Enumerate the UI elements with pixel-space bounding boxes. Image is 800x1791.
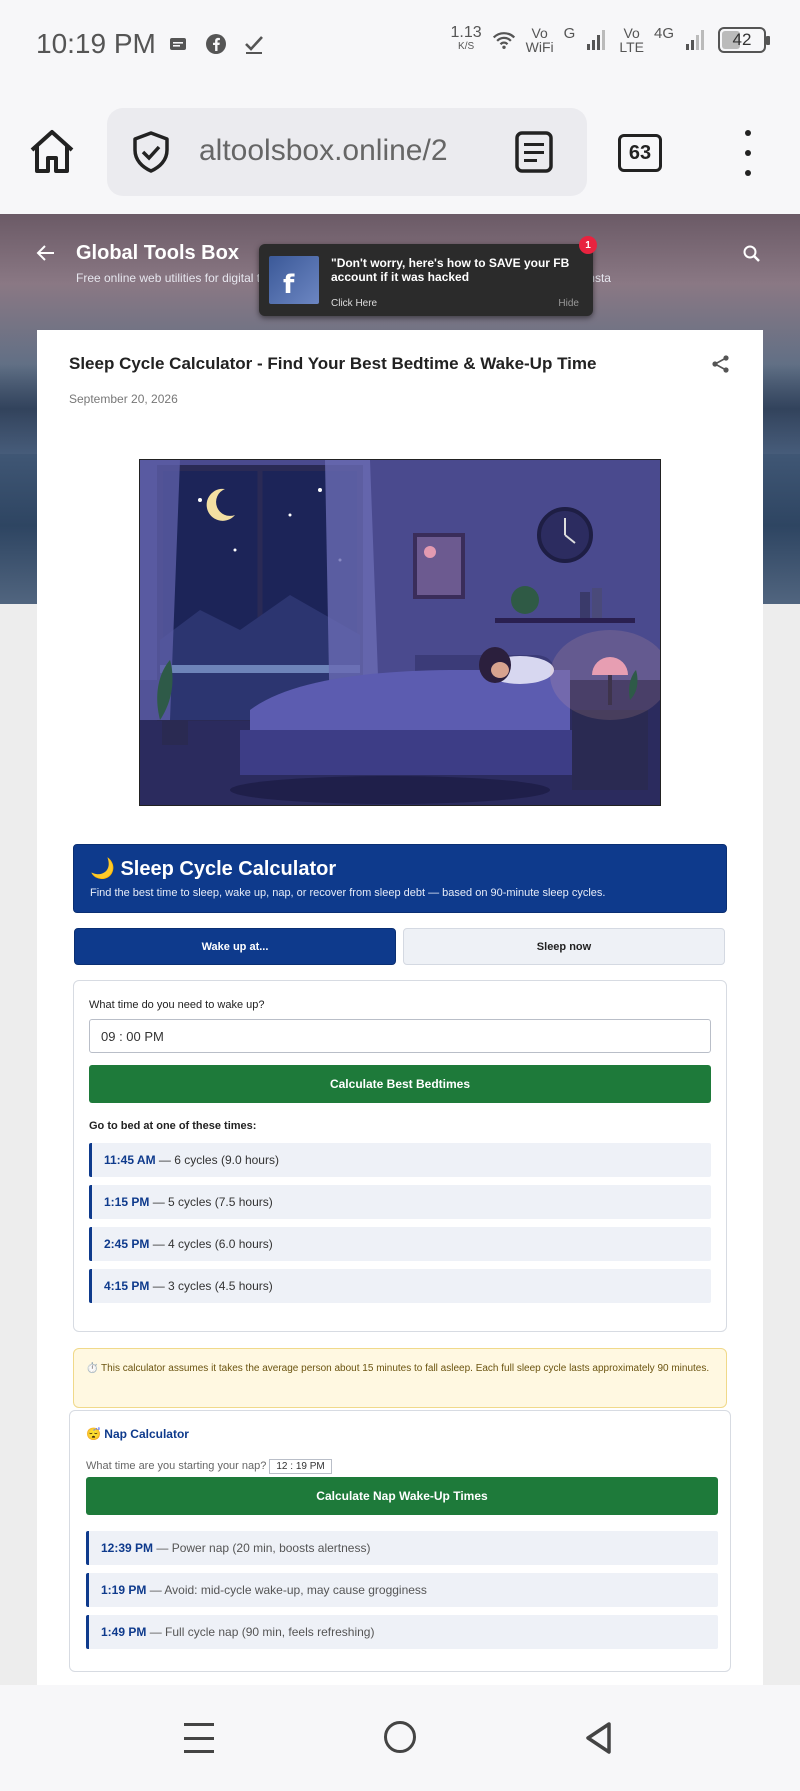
battery-icon: 42: [718, 27, 770, 53]
wifi-icon: [492, 28, 516, 52]
share-icon[interactable]: [711, 354, 731, 374]
signal-icon-2: [684, 28, 708, 52]
g-label: G: [563, 25, 576, 42]
tab-counter-button[interactable]: 63: [618, 134, 662, 172]
signal-icon-1: [585, 28, 609, 52]
status-bar: 10:19 PM 1.13 K/S Vo WiFi G Vo LTE 4G 42: [0, 0, 800, 92]
notification-hide-button[interactable]: Hide: [558, 298, 579, 309]
calculator-header: 🌙 Sleep Cycle Calculator Find the best t…: [73, 844, 727, 913]
wake-time-label: What time do you need to wake up?: [89, 999, 265, 1011]
system-indicators: 1.13 K/S Vo WiFi G Vo LTE 4G 42: [450, 24, 770, 55]
reader-mode-icon[interactable]: [512, 130, 556, 174]
sleep-note: ⏱️ This calculator assumes it takes the …: [73, 1348, 727, 1408]
back-triangle-icon[interactable]: [582, 1721, 616, 1755]
bedtime-result-row: 1:15 PM — 5 cycles (7.5 hours): [89, 1185, 711, 1219]
shield-icon[interactable]: [129, 130, 173, 174]
calculator-subtitle: Find the best time to sleep, wake up, na…: [90, 887, 606, 899]
browser-toolbar: altoolsbox.online/2 63: [0, 92, 800, 214]
status-time: 10:19 PM: [36, 28, 156, 59]
post-card: Sleep Cycle Calculator - Find Your Best …: [37, 330, 763, 1685]
facebook-thumbnail: [269, 256, 319, 304]
notification-click-link[interactable]: Click Here: [331, 298, 377, 309]
calculate-bedtimes-button[interactable]: Calculate Best Bedtimes: [89, 1065, 711, 1103]
nap-question: What time are you starting your nap? 12 :…: [86, 1459, 332, 1474]
nap-result-row: 1:19 PM — Avoid: mid-cycle wake-up, may …: [86, 1573, 718, 1607]
post-title: Sleep Cycle Calculator - Find Your Best …: [69, 354, 597, 373]
nap-title: 😴 Nap Calculator: [86, 1427, 189, 1441]
vowifi-label: Vo WiFi: [525, 25, 554, 55]
wake-up-panel: What time do you need to wake up? 09 : 0…: [73, 980, 727, 1332]
nap-result-row: 12:39 PM — Power nap (20 min, boosts ale…: [86, 1531, 718, 1565]
results-label: Go to bed at one of these times:: [89, 1120, 257, 1132]
net-speed: 1.13 K/S: [450, 24, 482, 53]
calculate-nap-button[interactable]: Calculate Nap Wake-Up Times: [86, 1477, 718, 1515]
recent-apps-icon[interactable]: [184, 1723, 214, 1753]
bedtime-result-row: 4:15 PM — 3 cycles (4.5 hours): [89, 1269, 711, 1303]
bedtime-result-row: 2:45 PM — 4 cycles (6.0 hours): [89, 1227, 711, 1261]
overflow-menu-icon[interactable]: [728, 130, 768, 176]
back-arrow-icon[interactable]: [36, 242, 56, 270]
sleeping-woman-illustration: [139, 459, 661, 806]
network-4g-label: 4G: [653, 25, 674, 42]
nap-result-row: 1:49 PM — Full cycle nap (90 min, feels …: [86, 1615, 718, 1649]
tab-sleep-now[interactable]: Sleep now: [403, 928, 725, 965]
home-circle-icon[interactable]: [384, 1721, 416, 1753]
facebook-icon: [204, 32, 228, 56]
address-bar[interactable]: altoolsbox.online/2: [107, 108, 587, 196]
wake-time-input[interactable]: 09 : 00 PM: [89, 1019, 711, 1053]
search-icon[interactable]: [742, 244, 762, 264]
tab-wake-up-at[interactable]: Wake up at...: [74, 928, 396, 965]
system-navigation-bar: [0, 1685, 800, 1791]
post-date: September 20, 2026: [69, 392, 178, 406]
message-icon: [166, 32, 190, 56]
nap-calculator-panel: 😴 Nap Calculator What time are you start…: [69, 1410, 731, 1672]
home-icon[interactable]: [26, 126, 78, 178]
promo-notification[interactable]: "Don't worry, here's how to SAVE your FB…: [259, 236, 597, 316]
calculator-title: 🌙 Sleep Cycle Calculator: [90, 858, 337, 880]
url-text[interactable]: altoolsbox.online/2: [199, 134, 499, 168]
volte-label: Vo LTE: [619, 25, 644, 55]
nap-time-input[interactable]: 12 : 19 PM: [269, 1459, 332, 1474]
notification-badge: 1: [579, 236, 597, 254]
bedtime-result-row: 11:45 AM — 6 cycles (9.0 hours): [89, 1143, 711, 1177]
notification-text[interactable]: "Don't worry, here's how to SAVE your FB…: [331, 256, 581, 284]
task-check-icon: [242, 32, 266, 56]
site-title[interactable]: Global Tools Box: [76, 242, 239, 265]
notification-icons: [166, 32, 266, 56]
